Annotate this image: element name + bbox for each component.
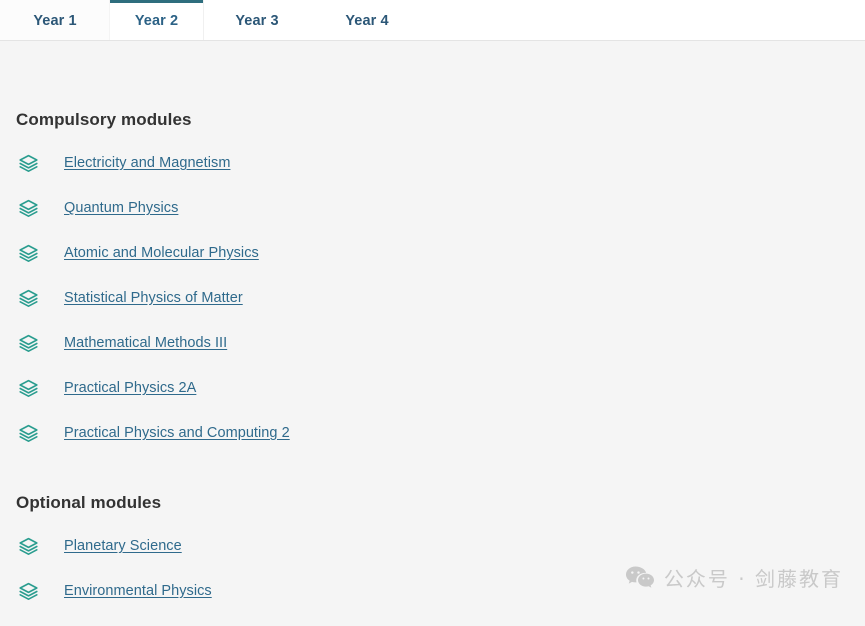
list-item[interactable]: Environmental Physics [0, 581, 865, 626]
tabbar-filler [423, 0, 865, 40]
layers-icon [19, 582, 38, 600]
list-item[interactable]: Practical Physics and Computing 2 [0, 423, 865, 468]
module-link[interactable]: Planetary Science [64, 536, 182, 557]
layers-icon [19, 379, 38, 397]
optional-modules-heading: Optional modules [16, 493, 162, 512]
module-link[interactable]: Electricity and Magnetism [64, 153, 230, 174]
tab-year-1-label: Year 1 [33, 12, 77, 29]
tab-year-2-label: Year 2 [134, 12, 179, 29]
list-item[interactable]: Planetary Science [0, 536, 865, 581]
layers-icon [19, 244, 38, 262]
layers-icon [19, 154, 38, 172]
tab-year-4-label: Year 4 [345, 12, 389, 29]
module-link[interactable]: Practical Physics 2A [64, 378, 196, 399]
tab-year-3[interactable]: Year 3 [203, 0, 311, 40]
layers-icon [19, 424, 38, 442]
list-item[interactable]: Statistical Physics of Matter [0, 288, 865, 333]
list-item[interactable]: Mathematical Methods III [0, 333, 865, 378]
layers-icon [19, 289, 38, 307]
module-link[interactable]: Statistical Physics of Matter [64, 288, 243, 309]
tab-year-4[interactable]: Year 4 [311, 0, 423, 40]
tab-year-2[interactable]: Year 2 [110, 0, 203, 40]
module-link[interactable]: Quantum Physics [64, 198, 178, 219]
module-link[interactable]: Atomic and Molecular Physics [64, 243, 259, 264]
list-item[interactable]: Quantum Physics [0, 198, 865, 243]
layers-icon [19, 199, 38, 217]
year-2-modules-panel: Compulsory modules Electricity and Magne… [0, 41, 865, 610]
compulsory-modules-list: Electricity and Magnetism Quantum Physic… [0, 153, 865, 468]
module-link[interactable]: Environmental Physics [64, 581, 212, 602]
list-item[interactable]: Atomic and Molecular Physics [0, 243, 865, 288]
layers-icon [19, 334, 38, 352]
module-link[interactable]: Mathematical Methods III [64, 333, 227, 354]
year-tabbar: Year 1 Year 2 Year 3 Year 4 [0, 0, 865, 41]
tab-year-1[interactable]: Year 1 [0, 0, 110, 40]
module-link[interactable]: Practical Physics and Computing 2 [64, 423, 290, 444]
list-item[interactable]: Electricity and Magnetism [0, 153, 865, 198]
optional-modules-list: Planetary Science Environmental Physics [0, 536, 865, 626]
layers-icon [19, 537, 38, 555]
tab-year-3-label: Year 3 [235, 12, 279, 29]
list-item[interactable]: Practical Physics 2A [0, 378, 865, 423]
compulsory-modules-heading: Compulsory modules [16, 110, 192, 129]
